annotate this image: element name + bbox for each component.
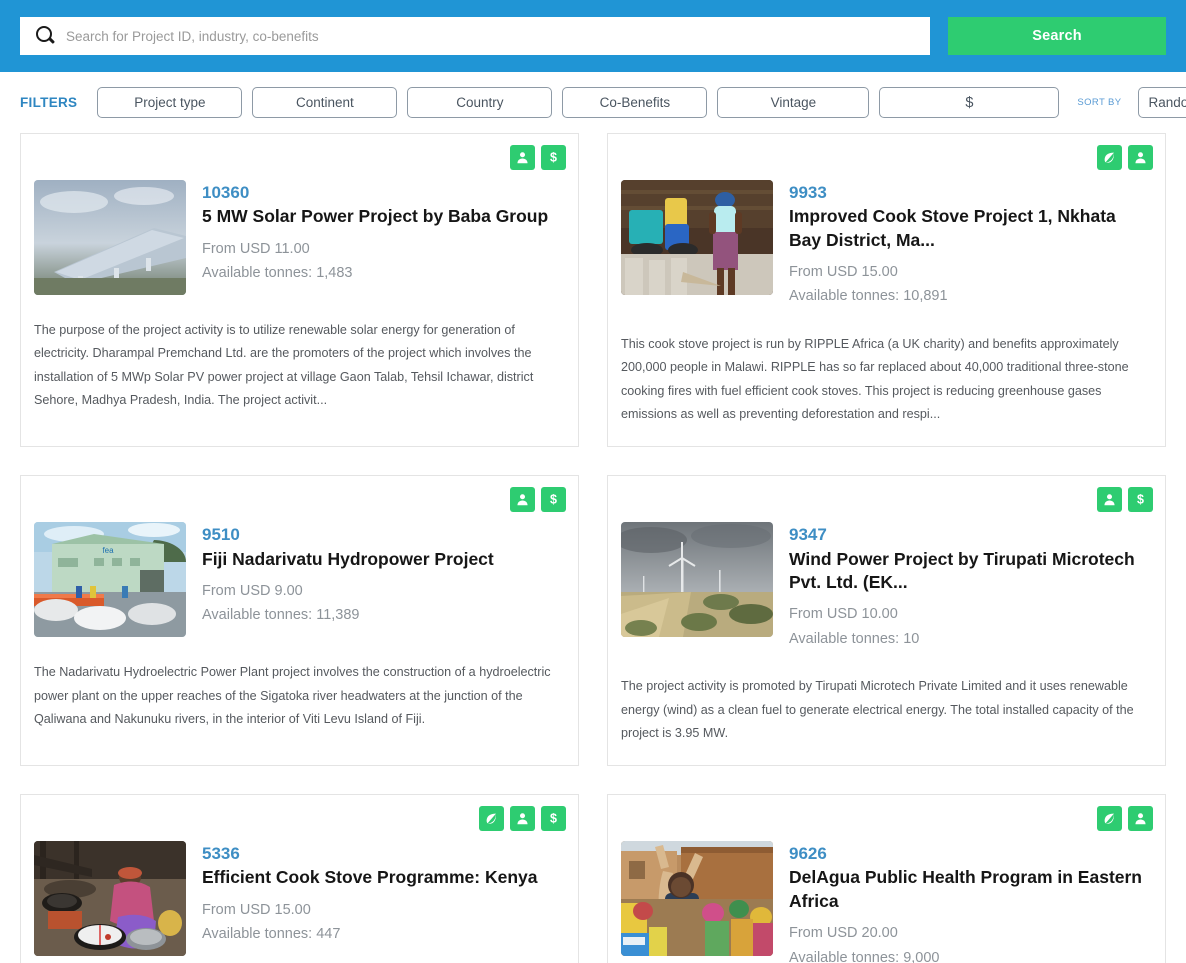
person-icon[interactable] <box>510 487 535 513</box>
project-description: The project activity is promoted by Tiru… <box>621 679 1134 740</box>
project-id-link[interactable]: 9347 <box>789 524 1143 545</box>
project-card[interactable]: $ <box>20 794 579 963</box>
project-thumbnail[interactable] <box>621 522 773 638</box>
project-title[interactable]: Efficient Cook Stove Programme: Kenya <box>202 866 556 889</box>
project-price: From USD 9.00 <box>202 582 303 599</box>
filter-bar: FILTERS Project type Continent Country C… <box>0 72 1186 133</box>
project-id-link[interactable]: 10360 <box>202 182 556 203</box>
leaf-icon[interactable] <box>1097 806 1122 832</box>
project-grid: $ 10360 5 MW Solar Power Project by Baba… <box>0 133 1186 963</box>
project-card[interactable]: $ fea 9510 Fiji Nadarivatu Hydropower Pr… <box>20 475 579 767</box>
project-card[interactable]: 9933 Improved Cook Stove Project 1, Nkha… <box>607 133 1166 448</box>
search-input[interactable] <box>66 28 916 44</box>
project-thumbnail[interactable] <box>621 841 773 957</box>
filter-label: Project type <box>134 95 206 110</box>
card-top: 9347 Wind Power Project by Tirupati Micr… <box>621 522 1143 651</box>
filter-project-type[interactable]: Project type <box>97 87 243 118</box>
svg-text:$: $ <box>1137 493 1144 507</box>
card-info: 5336 Efficient Cook Stove Programme: Ken… <box>202 841 556 947</box>
card-top: 10360 5 MW Solar Power Project by Baba G… <box>34 180 556 295</box>
filters-label: FILTERS <box>20 95 78 110</box>
badge-group <box>1097 145 1153 170</box>
search-box[interactable] <box>20 17 930 55</box>
card-top: 9933 Improved Cook Stove Project 1, Nkha… <box>621 180 1143 309</box>
person-icon[interactable] <box>1128 145 1153 170</box>
project-id-link[interactable]: 9933 <box>789 182 1143 203</box>
project-title[interactable]: Improved Cook Stove Project 1, Nkhata Ba… <box>789 205 1143 252</box>
card-info: 9626 DelAgua Public Health Program in Ea… <box>789 841 1143 963</box>
badge-group <box>1097 806 1153 832</box>
badge-group: $ <box>1097 487 1153 513</box>
project-price: From USD 11.00 <box>202 240 310 257</box>
filter-label: Country <box>456 95 504 110</box>
filter-label: Vintage <box>770 95 817 110</box>
project-title[interactable]: 5 MW Solar Power Project by Baba Group <box>202 205 556 228</box>
svg-text:$: $ <box>550 493 557 507</box>
badge-group: $ <box>510 145 566 170</box>
badge-group: $ <box>510 487 566 513</box>
project-price: From USD 15.00 <box>789 263 898 280</box>
person-icon[interactable] <box>510 145 535 170</box>
search-button[interactable]: Search <box>948 17 1166 55</box>
project-tonnes: Available tonnes: 9,000 <box>789 949 940 963</box>
sort-by-label: SORT BY <box>1077 97 1122 108</box>
badge-group: $ <box>479 806 566 832</box>
dollar-icon[interactable]: $ <box>541 806 566 832</box>
project-tonnes: Available tonnes: 10 <box>789 630 920 647</box>
sort-by-select[interactable]: Random <box>1137 87 1186 118</box>
project-id-link[interactable]: 9626 <box>789 843 1143 864</box>
filter-co-benefits[interactable]: Co-Benefits <box>562 87 708 118</box>
svg-text:$: $ <box>550 812 557 826</box>
project-price: From USD 20.00 <box>789 924 898 941</box>
leaf-icon[interactable] <box>1097 145 1122 170</box>
filter-price[interactable]: $ <box>879 87 1060 118</box>
dollar-icon[interactable]: $ <box>541 145 566 170</box>
card-info: 9347 Wind Power Project by Tirupati Micr… <box>789 522 1143 651</box>
dollar-icon[interactable]: $ <box>1128 487 1153 513</box>
filter-label: Co-Benefits <box>599 95 671 110</box>
person-icon[interactable] <box>1128 806 1153 832</box>
project-card[interactable]: $ 10360 5 MW Solar Power Project by Baba… <box>20 133 579 448</box>
project-tonnes: Available tonnes: 447 <box>202 926 341 943</box>
sort-by-value: Random <box>1148 95 1186 110</box>
card-top: 9626 DelAgua Public Health Program in Ea… <box>621 841 1143 963</box>
card-info: 9510 Fiji Nadarivatu Hydropower Project … <box>202 522 556 628</box>
project-thumbnail[interactable] <box>621 180 773 295</box>
leaf-icon[interactable] <box>479 806 504 832</box>
project-tonnes: Available tonnes: 1,483 <box>202 265 353 282</box>
project-title[interactable]: Fiji Nadarivatu Hydropower Project <box>202 548 556 571</box>
project-id-link[interactable]: 5336 <box>202 843 556 864</box>
svg-text:$: $ <box>550 151 557 165</box>
project-card[interactable]: 9626 DelAgua Public Health Program in Ea… <box>607 794 1166 963</box>
person-icon[interactable] <box>1097 487 1122 513</box>
project-thumbnail[interactable] <box>34 841 186 957</box>
project-thumbnail[interactable]: fea <box>34 522 186 638</box>
filter-vintage[interactable]: Vintage <box>717 87 870 118</box>
filter-label: $ <box>965 94 974 111</box>
project-tonnes: Available tonnes: 11,389 <box>202 607 360 624</box>
project-title[interactable]: DelAgua Public Health Program in Eastern… <box>789 866 1143 913</box>
card-top: fea 9510 Fiji Nadarivatu Hydropower Proj… <box>34 522 556 638</box>
search-header: Search <box>0 0 1186 72</box>
project-title[interactable]: Wind Power Project by Tirupati Microtech… <box>789 548 1143 595</box>
search-icon <box>34 25 56 47</box>
project-description: The Nadarivatu Hydroelectric Power Plant… <box>34 665 551 726</box>
project-id-link[interactable]: 9510 <box>202 524 556 545</box>
project-card[interactable]: $ <box>607 475 1166 767</box>
project-description: The purpose of the project activity is t… <box>34 323 534 407</box>
project-tonnes: Available tonnes: 10,891 <box>789 288 948 305</box>
card-info: 10360 5 MW Solar Power Project by Baba G… <box>202 180 556 286</box>
person-icon[interactable] <box>510 806 535 832</box>
svg-text:fea: fea <box>102 546 114 555</box>
project-description: This cook stove project is run by RIPPLE… <box>621 337 1129 421</box>
project-thumbnail[interactable] <box>34 180 186 295</box>
project-price: From USD 10.00 <box>789 606 898 623</box>
project-price: From USD 15.00 <box>202 901 311 918</box>
filter-label: Continent <box>295 95 354 110</box>
dollar-icon[interactable]: $ <box>541 487 566 513</box>
card-info: 9933 Improved Cook Stove Project 1, Nkha… <box>789 180 1143 309</box>
filter-continent[interactable]: Continent <box>252 87 398 118</box>
filter-country[interactable]: Country <box>407 87 553 118</box>
card-top: 5336 Efficient Cook Stove Programme: Ken… <box>34 841 556 957</box>
